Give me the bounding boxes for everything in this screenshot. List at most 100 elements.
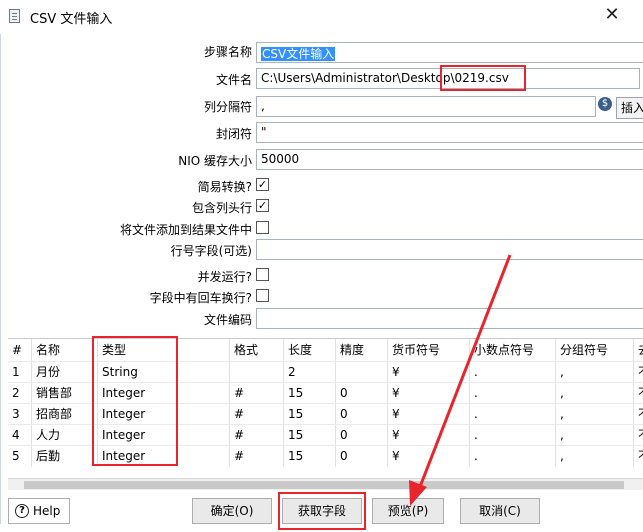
cell-index: 5 bbox=[8, 446, 32, 467]
cell-name[interactable]: 销售部 bbox=[32, 383, 98, 404]
cell-length[interactable]: 15 bbox=[284, 404, 336, 425]
cell-grouping[interactable]: , bbox=[556, 383, 634, 404]
cell-name[interactable]: 后勤 bbox=[32, 446, 98, 467]
cell-grouping[interactable]: , bbox=[556, 446, 634, 467]
header-row-label: 包含列头行 bbox=[191, 201, 252, 215]
horizontal-scrollbar[interactable] bbox=[8, 478, 643, 490]
insert-button[interactable]: 插入 bbox=[616, 97, 643, 119]
cell-decimal[interactable]: . bbox=[470, 362, 556, 383]
cell-name[interactable]: 招商部 bbox=[32, 404, 98, 425]
cell-currency[interactable]: ¥ bbox=[388, 446, 470, 467]
step-name-label: 步骤名称 bbox=[203, 45, 252, 59]
cell-trim[interactable]: 不 bbox=[634, 404, 643, 425]
cell-trim[interactable]: 不 bbox=[634, 446, 643, 467]
window-border bbox=[0, 34, 1, 524]
col-header-length: 长度 bbox=[284, 339, 336, 361]
table-row[interactable]: 4 人力 Integer # 15 0 ¥ . , 不 bbox=[8, 424, 643, 446]
scrollbar-thumb[interactable] bbox=[24, 481, 624, 489]
cell-format[interactable]: # bbox=[230, 446, 284, 467]
table-row[interactable]: 1 月份 String 2 ¥ . , 不 bbox=[8, 361, 643, 383]
cell-type[interactable]: Integer bbox=[98, 446, 230, 467]
table-row[interactable]: 5 后勤 Integer # 15 0 ¥ . , 不 bbox=[8, 445, 643, 467]
cell-currency[interactable]: ¥ bbox=[388, 383, 470, 404]
newline-in-field-checkbox[interactable] bbox=[256, 289, 269, 302]
cell-precision[interactable]: 0 bbox=[336, 404, 388, 425]
cell-format[interactable]: # bbox=[230, 425, 284, 446]
cell-type[interactable]: Integer bbox=[98, 383, 230, 404]
cell-grouping[interactable]: , bbox=[556, 362, 634, 383]
rownum-field-label: 行号字段(可选) bbox=[170, 244, 252, 258]
help-button-label: Help bbox=[33, 504, 61, 518]
step-name-value: CSV文件输入 bbox=[261, 47, 336, 61]
lazy-conversion-checkbox[interactable]: ✓ bbox=[256, 178, 269, 191]
cell-type[interactable]: Integer bbox=[98, 404, 230, 425]
cell-precision[interactable]: 0 bbox=[336, 425, 388, 446]
fields-table[interactable]: # 名称 类型 格式 长度 精度 货币符号 小数点符号 分组符号 去 1 月份 … bbox=[8, 338, 643, 478]
add-to-result-label: 将文件添加到结果文件中 bbox=[119, 223, 252, 237]
delimiter-label: 列分隔符 bbox=[203, 100, 252, 114]
col-header-type: 类型 bbox=[98, 339, 230, 361]
header-row-checkbox[interactable]: ✓ bbox=[256, 199, 269, 212]
close-icon[interactable]: ✕ bbox=[600, 3, 624, 27]
ok-button[interactable]: 确定(O) bbox=[192, 498, 272, 524]
parallel-checkbox[interactable] bbox=[256, 268, 269, 281]
cell-grouping[interactable]: , bbox=[556, 425, 634, 446]
cell-name[interactable]: 月份 bbox=[32, 362, 98, 383]
cell-type[interactable]: Integer bbox=[98, 425, 230, 446]
variable-icon[interactable]: $ bbox=[598, 97, 612, 111]
cell-decimal[interactable]: . bbox=[470, 404, 556, 425]
cell-format[interactable] bbox=[230, 362, 284, 383]
table-row[interactable]: 2 销售部 Integer # 15 0 ¥ . , 不 bbox=[8, 382, 643, 404]
cell-length[interactable]: 2 bbox=[284, 362, 336, 383]
col-header-name: 名称 bbox=[32, 339, 98, 361]
col-header-precision: 精度 bbox=[336, 339, 388, 361]
help-icon: ? bbox=[15, 504, 29, 518]
delimiter-input[interactable]: , bbox=[256, 96, 596, 117]
window-title: CSV 文件输入 bbox=[30, 12, 113, 27]
get-fields-button[interactable]: 获取字段 bbox=[282, 498, 362, 524]
cell-grouping[interactable]: , bbox=[556, 404, 634, 425]
encoding-label: 文件编码 bbox=[203, 313, 252, 327]
cell-precision[interactable]: 0 bbox=[336, 383, 388, 404]
cell-decimal[interactable]: . bbox=[470, 446, 556, 467]
encoding-input[interactable] bbox=[256, 308, 643, 329]
document-icon bbox=[9, 9, 20, 23]
cell-trim[interactable]: 不 bbox=[634, 383, 643, 404]
cell-currency[interactable]: ¥ bbox=[388, 425, 470, 446]
cell-format[interactable]: # bbox=[230, 383, 284, 404]
cell-decimal[interactable]: . bbox=[470, 383, 556, 404]
cell-decimal[interactable]: . bbox=[470, 425, 556, 446]
title-bar: CSV 文件输入 ✕ bbox=[0, 0, 643, 33]
cell-currency[interactable]: ¥ bbox=[388, 362, 470, 383]
cancel-button[interactable]: 取消(C) bbox=[460, 498, 540, 524]
cell-length[interactable]: 15 bbox=[284, 446, 336, 467]
cell-name[interactable]: 人力 bbox=[32, 425, 98, 446]
cell-type[interactable]: String bbox=[98, 362, 230, 383]
table-header: # 名称 类型 格式 长度 精度 货币符号 小数点符号 分组符号 去 bbox=[8, 339, 643, 361]
cell-length[interactable]: 15 bbox=[284, 383, 336, 404]
filename-label: 文件名 bbox=[215, 73, 252, 87]
cell-trim[interactable]: 不 bbox=[634, 425, 643, 446]
cell-trim[interactable]: 不 bbox=[634, 362, 643, 383]
enclosure-input[interactable]: " bbox=[256, 122, 643, 143]
enclosure-label: 封闭符 bbox=[215, 127, 252, 141]
preview-button[interactable]: 预览(P) bbox=[372, 498, 444, 524]
parallel-label: 并发运行? bbox=[197, 270, 252, 284]
add-to-result-checkbox[interactable] bbox=[256, 221, 269, 234]
cell-length[interactable]: 15 bbox=[284, 425, 336, 446]
cell-currency[interactable]: ¥ bbox=[388, 404, 470, 425]
filename-input[interactable]: C:\Users\Administrator\Desktop\0219.csv bbox=[256, 68, 640, 89]
newline-in-field-label: 字段中有回车换行? bbox=[149, 291, 252, 305]
col-header-trim: 去 bbox=[634, 339, 643, 361]
rownum-field-input[interactable] bbox=[256, 239, 643, 260]
cell-precision[interactable]: 0 bbox=[336, 446, 388, 467]
nio-buffer-input[interactable]: 50000 bbox=[256, 149, 643, 170]
lazy-conversion-label: 简易转换? bbox=[197, 180, 252, 194]
cell-precision[interactable] bbox=[336, 362, 388, 383]
step-name-input[interactable]: CSV文件输入 bbox=[256, 42, 643, 63]
table-row[interactable]: 3 招商部 Integer # 15 0 ¥ . , 不 bbox=[8, 403, 643, 425]
help-button[interactable]: ? Help bbox=[8, 498, 70, 524]
cell-format[interactable]: # bbox=[230, 404, 284, 425]
nio-buffer-label: NIO 缓存大小 bbox=[178, 154, 252, 168]
col-header-format: 格式 bbox=[230, 339, 284, 361]
